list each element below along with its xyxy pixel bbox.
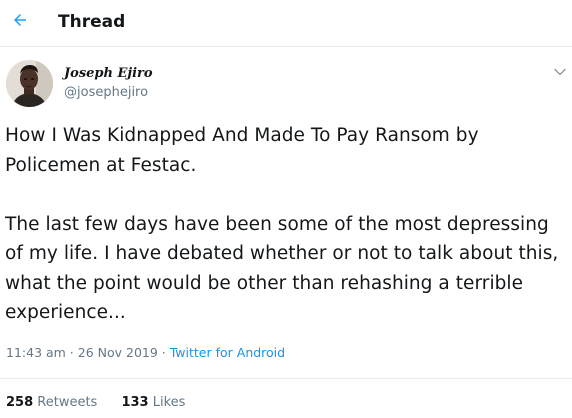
thread-view: Thread Joseph Ejiro @josephejiro How I W… — [0, 0, 572, 418]
author-handle[interactable]: @josephejiro — [64, 85, 148, 101]
tweet-paragraph: The last few days have been some of the … — [5, 213, 559, 324]
header-bar: Thread — [0, 0, 572, 47]
tweet-text: How I Was Kidnapped And Made To Pay Rans… — [5, 121, 565, 328]
divider — [0, 378, 572, 379]
author-name[interactable]: Joseph Ejiro — [64, 66, 153, 82]
likes-count-link[interactable]: 133 Likes — [121, 395, 185, 411]
likes-count: 133 — [121, 395, 149, 410]
likes-label: Likes — [152, 395, 186, 410]
tweet-source-link[interactable]: Twitter for Android — [170, 345, 285, 360]
tweet-paragraph: How I Was Kidnapped And Made To Pay Rans… — [5, 125, 479, 176]
tweet-stats: 258 Retweets 133 Likes — [6, 395, 185, 411]
back-arrow-icon — [14, 14, 26, 26]
tweet-meta: 11:43 am · 26 Nov 2019 · Twitter for And… — [6, 345, 285, 361]
tweet-timestamp[interactable]: 11:43 am · 26 Nov 2019 · — [6, 345, 170, 360]
avatar[interactable] — [6, 60, 53, 107]
chevron-down-icon — [554, 68, 566, 76]
retweets-count: 258 — [6, 395, 34, 410]
retweets-label: Retweets — [37, 395, 98, 410]
retweets-count-link[interactable]: 258 Retweets — [6, 395, 97, 411]
avatar-photo — [6, 60, 53, 107]
tweet-menu-button[interactable] — [552, 64, 568, 80]
page-title: Thread — [58, 12, 126, 32]
back-button[interactable] — [6, 6, 34, 34]
